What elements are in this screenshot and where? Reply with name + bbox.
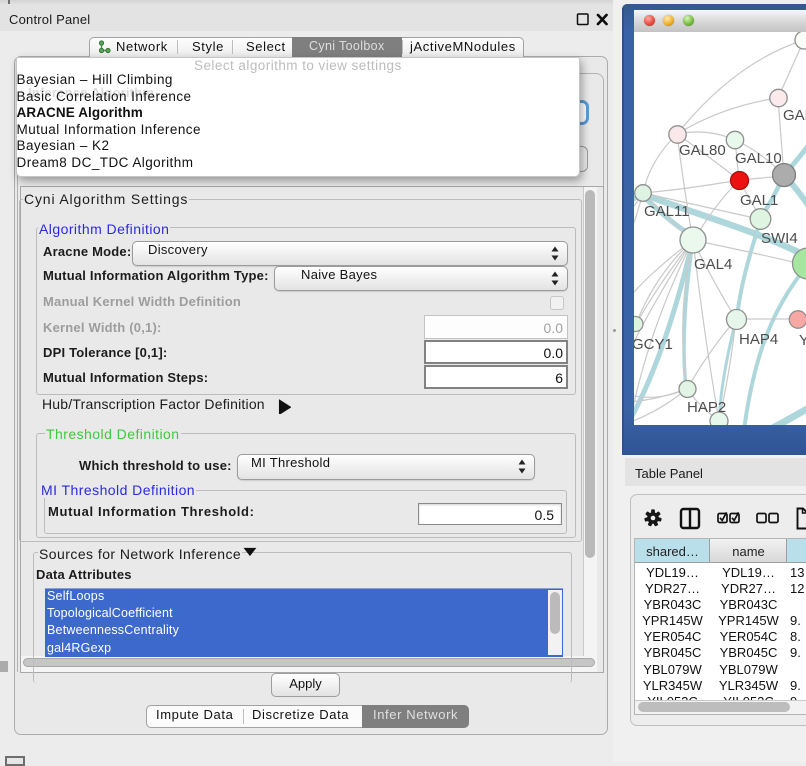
- svg-text:GAL2: GAL2: [783, 107, 806, 124]
- svg-text:GAL1: GAL1: [740, 192, 778, 209]
- svg-text:GAL4: GAL4: [694, 256, 732, 273]
- svg-text:SWI4: SWI4: [761, 230, 798, 247]
- svg-text:GAL80: GAL80: [679, 142, 726, 159]
- svg-text:GAL10: GAL10: [735, 150, 782, 167]
- svg-text:Y: Y: [799, 332, 806, 349]
- svg-text:HAP4: HAP4: [739, 331, 778, 348]
- svg-text:GAL11: GAL11: [644, 203, 690, 220]
- svg-text:GCY1: GCY1: [634, 336, 673, 353]
- svg-text:HAP2: HAP2: [687, 399, 726, 416]
